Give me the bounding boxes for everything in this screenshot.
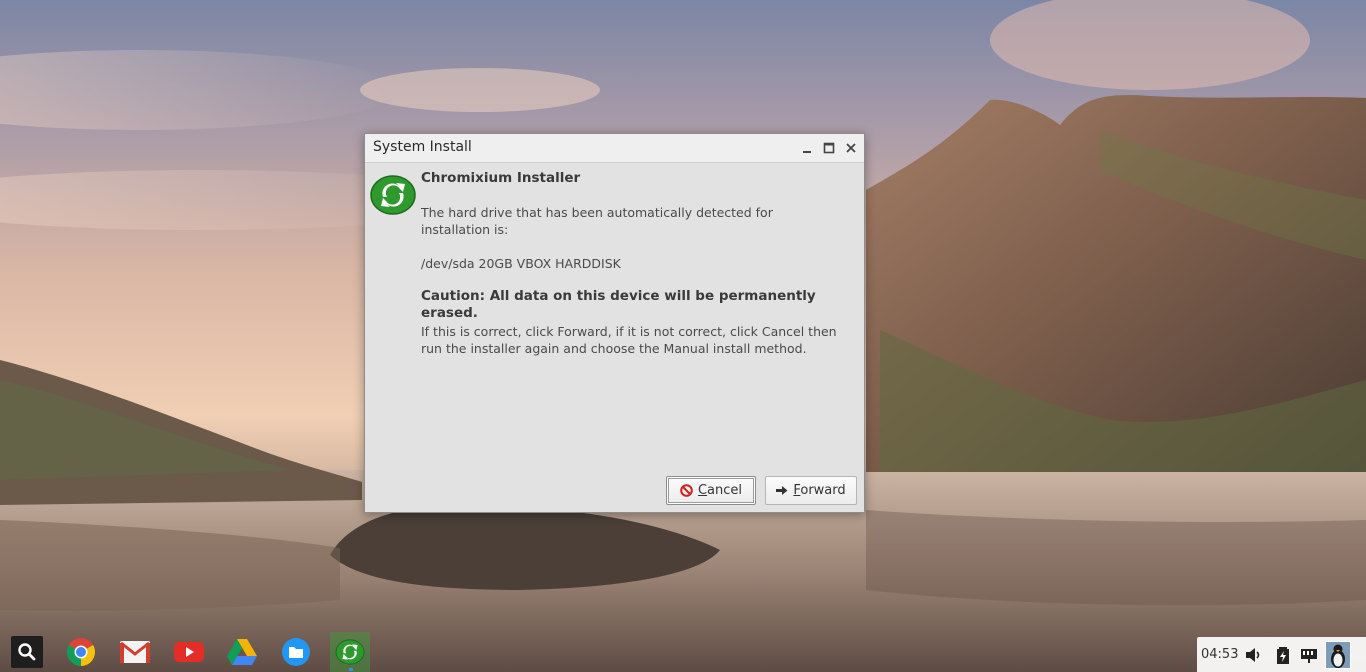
cancel-label: Cancel — [697, 483, 743, 498]
info-text: If this is correct, click Forward, if it… — [421, 324, 837, 356]
system-install-window: System Install Chromixium Installer The … — [364, 133, 865, 513]
search-icon[interactable] — [11, 636, 43, 668]
drive-icon[interactable] — [222, 632, 262, 672]
forward-button[interactable]: Forward — [765, 476, 857, 505]
network-icon[interactable] — [1299, 645, 1319, 665]
avatar[interactable] — [1325, 641, 1351, 669]
volume-icon[interactable] — [1243, 645, 1263, 665]
detected-text: The hard drive that has been automatical… — [421, 205, 773, 237]
installer-heading: Chromixium Installer — [421, 170, 581, 186]
window-title: System Install — [373, 139, 472, 155]
gmail-icon[interactable] — [115, 632, 155, 672]
running-indicator — [349, 668, 353, 671]
cancel-button[interactable]: Cancel — [666, 476, 756, 505]
installer-content: Chromixium Installer The hard drive that… — [421, 170, 857, 356]
files-icon[interactable] — [276, 632, 316, 672]
installer-icon[interactable] — [330, 632, 370, 672]
minimize-icon[interactable] — [799, 140, 815, 156]
clock[interactable]: 04:53 — [1201, 647, 1238, 662]
chrome-icon[interactable] — [61, 632, 101, 672]
disk-label: /dev/sda 20GB VBOX HARDDISK — [421, 256, 621, 271]
caution-text: Caution: All data on this device will be… — [421, 288, 816, 321]
battery-icon[interactable] — [1273, 645, 1293, 665]
maximize-icon[interactable] — [821, 140, 837, 156]
forward-label: Forward — [793, 483, 846, 498]
youtube-icon[interactable] — [169, 632, 209, 672]
window-titlebar[interactable]: System Install — [365, 134, 864, 163]
arrow-right-icon — [776, 486, 788, 495]
close-icon[interactable] — [843, 140, 859, 156]
installer-icon — [369, 173, 417, 217]
cancel-icon — [680, 484, 693, 497]
